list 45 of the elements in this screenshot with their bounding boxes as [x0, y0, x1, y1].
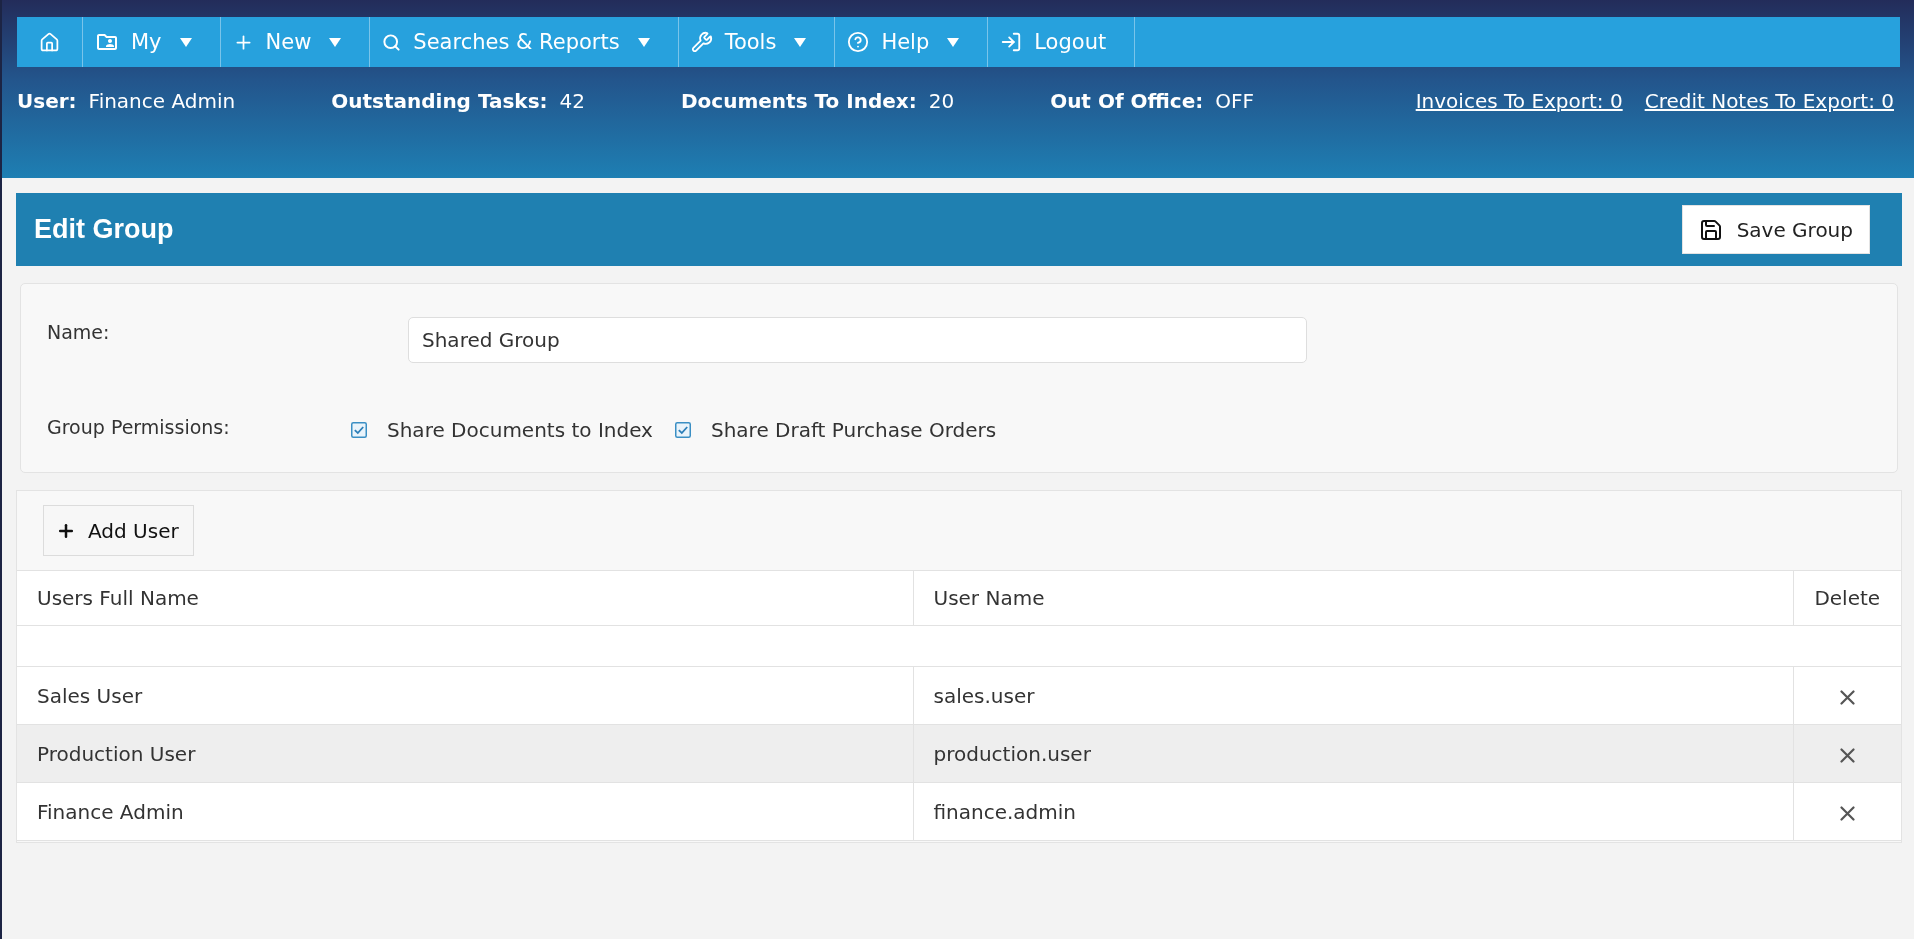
info-label: Documents To Index:: [681, 89, 917, 113]
delete-icon[interactable]: [1839, 805, 1855, 821]
table-cell: Finance Admin: [17, 782, 913, 841]
search-icon: [382, 32, 402, 52]
table-cell: sales.user: [913, 666, 1793, 725]
column-header: Users Full Name: [17, 570, 913, 626]
export-count-link[interactable]: Credit Notes To Export: 0: [1644, 89, 1894, 113]
checkbox-label: Share Draft Purchase Orders: [710, 418, 997, 442]
caret-icon: [179, 37, 192, 47]
arrow-into-box-icon: [1000, 31, 1023, 53]
help-icon: [847, 31, 870, 53]
checkbox[interactable]: [674, 422, 691, 438]
info-value: 42: [559, 89, 585, 113]
caret-icon: [794, 37, 807, 47]
info-label: User:: [17, 89, 77, 113]
table-row[interactable]: Sales User sales.user: [17, 666, 1901, 725]
info-label: Out Of Office:: [1050, 89, 1204, 113]
table-row[interactable]: Finance Admin finance.admin: [17, 782, 1901, 841]
info-value: OFF: [1215, 89, 1255, 113]
delete-icon[interactable]: [1839, 747, 1855, 763]
checkbox[interactable]: [351, 422, 367, 438]
info-label: Outstanding Tasks:: [331, 89, 548, 113]
save-button[interactable]: Save Group: [1681, 205, 1870, 254]
info-value: Finance Admin: [88, 89, 236, 113]
home-icon: [39, 31, 60, 53]
add-user-button[interactable]: Add User: [43, 505, 194, 556]
column-header: Delete: [1793, 570, 1901, 626]
column-header: User Name: [913, 570, 1793, 626]
wrench-icon: [690, 31, 713, 53]
info-value: 20: [928, 89, 955, 113]
table-cell: finance.admin: [913, 782, 1793, 841]
caret-icon: [329, 37, 342, 47]
export-count-link[interactable]: Invoices To Export: 0: [1415, 89, 1623, 113]
field-label: Name:: [47, 320, 111, 343]
caret-icon: [947, 37, 960, 47]
table-cell: production.user: [913, 724, 1793, 783]
table-row[interactable]: Production User production.user: [17, 724, 1901, 783]
field-label: Group Permissions:: [47, 415, 231, 438]
name-input[interactable]: Shared Group: [408, 317, 1307, 363]
table-cell: Sales User: [17, 666, 913, 725]
caret-icon: [637, 37, 650, 47]
table-cell: Production User: [17, 724, 913, 783]
page-title: Edit Group: [34, 214, 174, 245]
checkbox-label: Share Documents to Index: [387, 418, 653, 442]
delete-icon[interactable]: [1839, 689, 1855, 705]
